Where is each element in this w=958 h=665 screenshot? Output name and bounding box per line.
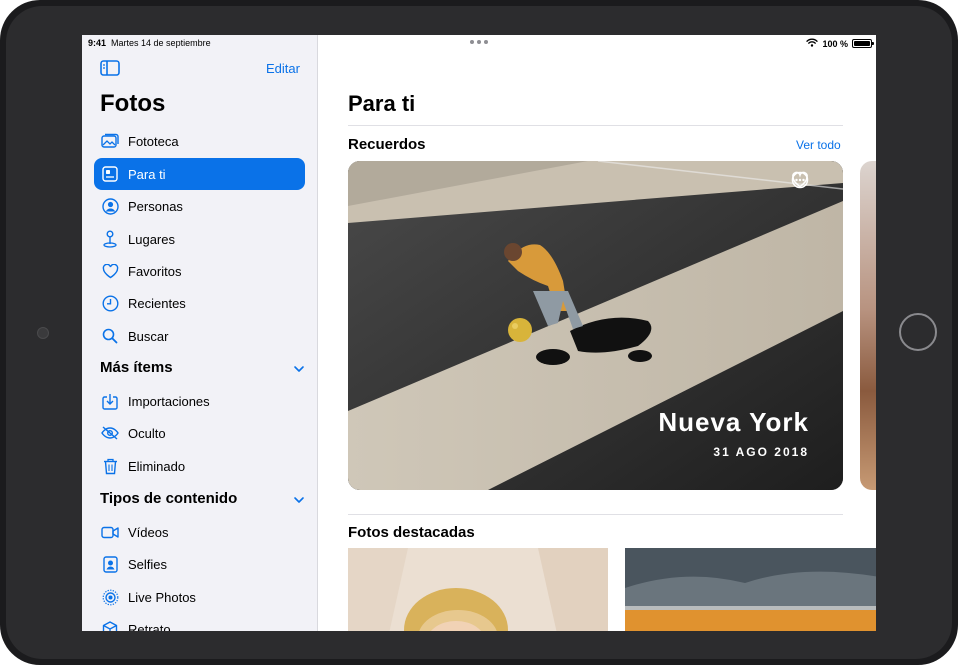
sidebar-title: Fotos [100,90,166,117]
sidebar-item-label: Personas [128,198,183,214]
section-tipos-de-contenido[interactable]: Tipos de contenido [100,490,305,507]
sidebar-item-videos[interactable]: Vídeos [94,516,305,548]
video-icon [101,523,119,541]
screen: Editar Fotos Fototeca Para ti Personas L… [82,35,876,631]
sidebar-item-label: Lugares [128,231,175,247]
trash-icon [101,457,119,475]
search-icon [101,327,119,345]
sidebar-item-label: Buscar [128,328,169,344]
ipad-frame: Editar Fotos Fototeca Para ti Personas L… [0,0,958,665]
clock-icon [101,294,119,312]
sidebar-item-oculto[interactable]: Oculto [94,417,305,449]
sidebar-item-label: Retrato [128,621,171,632]
divider [348,125,843,126]
sidebar-item-fototeca[interactable]: Fototeca [94,125,305,157]
sidebar-item-lugares[interactable]: Lugares [94,223,305,255]
sidebar-item-para-ti[interactable]: Para ti [94,158,305,190]
sidebar-item-label: Vídeos [128,524,169,540]
sidebar-item-label: Fototeca [128,133,179,149]
sidebar-item-label: Eliminado [128,458,186,474]
front-camera [37,327,49,339]
eye-slash-icon [101,424,119,442]
status-time: 9:41 Martes 14 de septiembre [88,38,211,48]
sidebar-item-personas[interactable]: Personas [94,190,305,222]
memory-actions [791,171,835,189]
home-button[interactable] [899,313,937,351]
sidebar-item-label: Recientes [128,295,186,311]
see-all-link[interactable]: Ver todo [796,138,841,152]
next-memory-card[interactable] [860,161,876,490]
featured-photo[interactable] [348,548,608,631]
memory-card[interactable]: Nueva York 31 AGO 2018 [348,161,843,490]
featured-photo[interactable] [625,548,876,631]
memory-date: 31 AGO 2018 [713,445,809,459]
sidebar-item-selfies[interactable]: Selfies [94,548,305,580]
divider [348,514,843,515]
import-icon [101,392,119,410]
chevron-down-icon[interactable] [293,362,305,374]
section-mas-items[interactable]: Más ítems [100,359,305,376]
section-label: Tipos de contenido [100,490,238,507]
cube-icon [101,620,119,631]
section-label: Más ítems [100,359,173,376]
person-circle-icon [101,197,119,215]
sidebar-item-recientes[interactable]: Recientes [94,287,305,319]
sidebar-item-label: Importaciones [128,393,210,409]
sidebar-item-live-photos[interactable]: Live Photos [94,581,305,613]
memories-section-title: Recuerdos [348,136,426,153]
featured-photo-image [625,548,876,631]
map-pin-icon [101,230,119,248]
sidebar-toggle-icon[interactable] [100,60,120,76]
sidebar-item-label: Oculto [128,425,166,441]
more-icon[interactable] [791,171,835,189]
selfie-icon [101,555,119,573]
heart-icon [101,262,119,280]
sidebar-item-eliminado[interactable]: Eliminado [94,450,305,482]
sidebar-item-label: Selfies [128,556,168,572]
featured-photo-image [348,548,608,631]
sidebar-item-label: Para ti [128,166,166,182]
page-title: Para ti [348,91,416,116]
sidebar-item-importaciones[interactable]: Importaciones [94,385,305,417]
sidebar-item-label: Live Photos [128,589,196,605]
sidebar-item-buscar[interactable]: Buscar [94,320,305,352]
memory-photo [348,161,843,490]
sidebar-item-retrato[interactable]: Retrato [94,613,305,631]
featured-section-title: Fotos destacadas [348,524,475,541]
status-date: Martes 14 de septiembre [111,38,211,48]
photo-library-icon [101,132,119,150]
for-you-icon [101,165,119,183]
live-photo-icon [101,588,119,606]
chevron-down-icon[interactable] [293,493,305,505]
sidebar-item-favoritos[interactable]: Favoritos [94,255,305,287]
sidebar: Editar Fotos Fototeca Para ti Personas L… [82,35,318,631]
memory-title: Nueva York [658,407,809,437]
main-content: Para ti Recuerdos Ver todo Nueva York 31… [318,35,876,631]
edit-button[interactable]: Editar [266,61,300,76]
sidebar-item-label: Favoritos [128,263,182,279]
